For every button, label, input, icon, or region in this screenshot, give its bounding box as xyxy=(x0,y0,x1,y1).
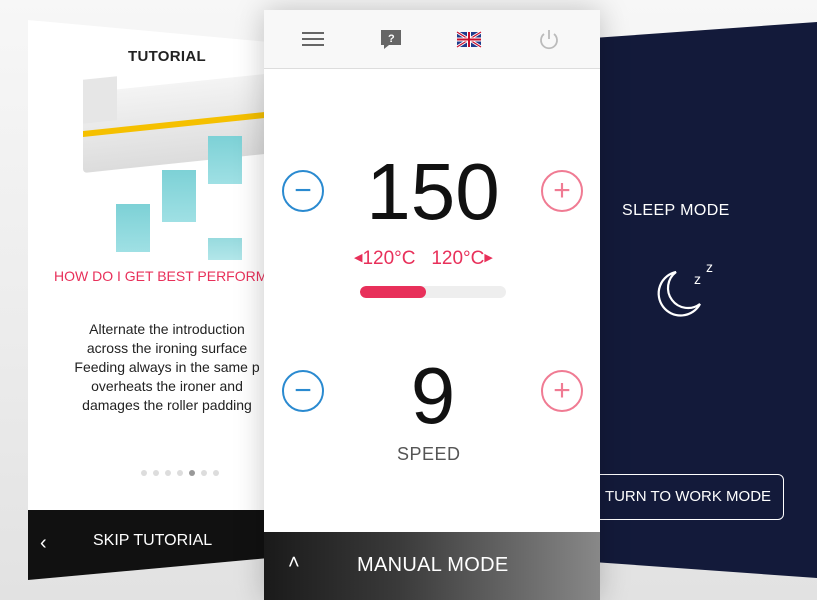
pagination-dot[interactable] xyxy=(141,470,147,476)
tutorial-panel: TUTORIAL HOW DO I GET BEST PERFORM Alter… xyxy=(28,20,273,580)
skip-tutorial-button[interactable]: SKIP TUTORIAL xyxy=(93,532,212,550)
temperature-increase-button[interactable]: + xyxy=(541,170,583,212)
pagination-dot[interactable] xyxy=(177,470,183,476)
speed-label: SPEED xyxy=(397,444,461,464)
sheet-illustration xyxy=(208,136,242,184)
sleep-panel: SLEEP MODE z z TURN TO WORK MODE xyxy=(584,22,817,578)
temperature-progress-fill xyxy=(360,286,426,298)
pagination-dot[interactable] xyxy=(165,470,171,476)
chevron-up-icon[interactable]: ˄ xyxy=(288,552,300,575)
speed-increase-button[interactable]: + xyxy=(541,370,583,412)
svg-text:z: z xyxy=(694,271,701,287)
power-icon[interactable] xyxy=(536,26,562,52)
manual-mode-label[interactable]: MANUAL MODE xyxy=(357,554,508,577)
uk-flag-icon[interactable] xyxy=(456,26,482,52)
pagination-dot[interactable] xyxy=(189,470,195,476)
tutorial-body: Alternate the introduction across the ir… xyxy=(74,321,260,413)
triangle-right-icon: ▶ xyxy=(484,252,493,264)
chevron-left-icon[interactable]: ‹ xyxy=(40,532,47,555)
sheet-illustration xyxy=(208,238,242,260)
svg-text:?: ? xyxy=(388,33,395,45)
temperature-decrease-button[interactable]: − xyxy=(282,170,324,212)
top-toolbar: ? xyxy=(264,10,600,69)
temperature-range: ◀120°C 120°C▶ xyxy=(354,248,493,270)
pagination-dot[interactable] xyxy=(201,470,207,476)
help-icon[interactable]: ? xyxy=(378,26,404,52)
speed-decrease-button[interactable]: − xyxy=(282,370,324,412)
pagination-dot[interactable] xyxy=(213,470,219,476)
moon-zzz-icon: z z xyxy=(657,259,713,317)
ironer-cap xyxy=(83,76,117,124)
mode-bar[interactable]: ˄ MANUAL MODE xyxy=(264,532,600,600)
svg-text:z: z xyxy=(706,259,713,275)
pagination-dot[interactable] xyxy=(153,470,159,476)
sleep-title: SLEEP MODE xyxy=(622,202,730,219)
main-control-panel: ? − 150 + ◀120°C 120°C▶ − 9 + SPEED ˄ MA… xyxy=(264,10,600,600)
turn-to-work-mode-button[interactable]: TURN TO WORK MODE xyxy=(592,474,784,520)
temperature-value: 150 xyxy=(366,147,500,236)
temperature-range-max: 120°C xyxy=(431,248,485,269)
sheet-illustration xyxy=(116,204,150,252)
menu-icon[interactable] xyxy=(300,26,326,52)
speed-value: 9 xyxy=(410,351,456,440)
tutorial-title: TUTORIAL xyxy=(128,48,206,65)
skip-tutorial-bar[interactable]: ‹ SKIP TUTORIAL xyxy=(28,510,273,580)
tutorial-question: HOW DO I GET BEST PERFORM xyxy=(54,268,268,284)
temperature-range-min: 120°C xyxy=(362,248,416,269)
pagination-dots[interactable] xyxy=(141,470,219,476)
triangle-left-icon: ◀ xyxy=(354,252,363,264)
sheet-illustration xyxy=(162,170,196,222)
temperature-progress-bar xyxy=(360,286,506,298)
